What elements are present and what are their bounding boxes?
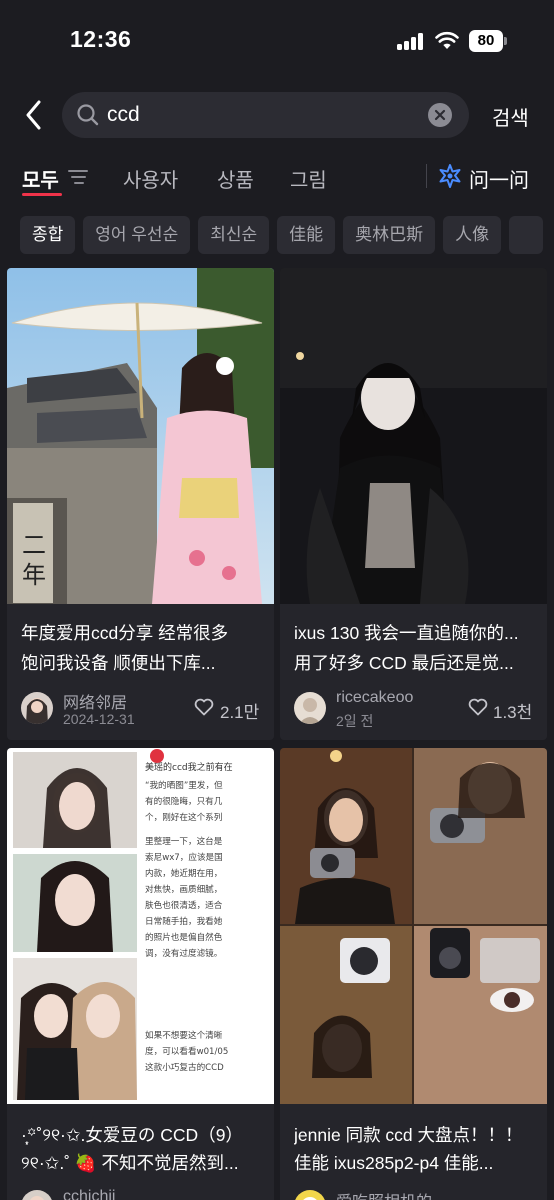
note-heading: 美瑶的ccd我之前有在 xyxy=(145,761,233,773)
like-count: 2.1만 xyxy=(220,703,260,722)
note-line: 内款，她近期在用， xyxy=(145,867,222,879)
sparkle-icon xyxy=(439,164,461,188)
chip-olympus[interactable]: 奥林巴斯 xyxy=(343,216,436,254)
search-query: ccd xyxy=(107,103,140,126)
back-arrow-icon[interactable] xyxy=(22,98,46,132)
note-line: 这款小巧复古的CCD xyxy=(145,1061,224,1073)
chip-latest[interactable]: 최신순 xyxy=(198,216,270,254)
note-line: 度，可以看看w01/05 xyxy=(145,1045,228,1057)
post-image: 美瑶的ccd我之前有在 “我的晒图”里发，但 有的很隐晦，只有几 个，刚好在这个… xyxy=(7,748,274,1104)
post-card[interactable]: jennie 同款 ccd 大盘点！！！ 佳能 ixus285p2-p4 佳能.… xyxy=(280,748,547,1200)
heart-icon[interactable] xyxy=(194,698,214,716)
post-card[interactable]: 美瑶的ccd我之前有在 “我的晒图”里发，但 有的很隐晦，只有几 个，刚好在这个… xyxy=(7,748,274,1200)
tab-ask-label: 问一问 xyxy=(469,170,529,192)
post-date: 2024-12-31 xyxy=(63,711,135,727)
clear-icon[interactable] xyxy=(428,103,452,127)
post-image xyxy=(280,748,547,1104)
post-title-line: ·̩͙꙳˚୨୧·✩.女爱豆の CCD（9） xyxy=(21,1125,243,1145)
chip-english-first[interactable]: 영어 우선순 xyxy=(83,216,191,254)
post-author[interactable]: 爱吃照相机的 xyxy=(336,1188,432,1200)
post-author[interactable]: ricecakeoo xyxy=(336,689,413,707)
note-line: 里整理一下，这台是 xyxy=(145,835,223,847)
note-line: 调，没有过度滤镜。 xyxy=(145,947,222,959)
search-icon xyxy=(77,104,99,126)
cellular-signal-icon xyxy=(397,33,425,50)
avatar[interactable] xyxy=(294,692,326,724)
post-title-line: 用了好多 CCD 最后还是觉... xyxy=(294,653,514,673)
note-line: 对焦快，画质细腻， xyxy=(145,883,222,895)
note-line: 如果不想要这个清晰 xyxy=(145,1029,223,1041)
post-title-line: ixus 130 我会一直追随你的... xyxy=(294,623,519,643)
post-title-line: 年度爱用ccd分享 经常很多 xyxy=(21,623,229,643)
search-input[interactable]: ccd xyxy=(62,92,469,138)
note-line: 有的很隐晦，只有几 xyxy=(145,795,223,807)
status-bar: 12:36 80 xyxy=(0,0,554,86)
battery-icon: 80 xyxy=(469,30,507,52)
chip-comprehensive[interactable]: 종합 xyxy=(20,216,76,254)
chip-more[interactable] xyxy=(509,216,543,254)
note-line: 的照片也是偏自然色 xyxy=(145,931,223,943)
tab-users[interactable]: 사용자 xyxy=(123,164,178,193)
post-date: 2일 전 xyxy=(336,713,374,729)
svg-text:二: 二 xyxy=(22,531,46,559)
heart-icon[interactable] xyxy=(468,698,488,716)
note-line: 个，刚好在这个系列 xyxy=(145,811,222,823)
search-button[interactable]: 검색 xyxy=(492,102,529,131)
active-tab-indicator xyxy=(22,193,62,196)
post-author[interactable]: cchichii xyxy=(63,1188,115,1200)
note-line: 肤色也很清透，适合 xyxy=(145,899,223,911)
like-count: 1.3천 xyxy=(493,703,533,722)
post-image: 二 年 xyxy=(7,268,274,604)
avatar[interactable] xyxy=(21,692,53,724)
tab-divider xyxy=(426,164,427,188)
post-title-line: jennie 同款 ccd 大盘点！！！ xyxy=(294,1125,523,1145)
note-line: 日常随手拍，我看她 xyxy=(145,915,223,927)
tab-products[interactable]: 상품 xyxy=(217,164,254,193)
note-line: 索尼wx7，应该是国 xyxy=(145,851,223,863)
post-author[interactable]: 网络邻居 xyxy=(63,689,127,713)
avatar[interactable] xyxy=(21,1190,53,1200)
post-title-line: 佳能 ixus285p2-p4 佳能... xyxy=(294,1153,494,1173)
status-time: 12:36 xyxy=(70,26,132,52)
chip-portrait[interactable]: 人像 xyxy=(443,216,502,254)
post-card[interactable]: 二 年 年度爱用ccd分享 经常很多 饱问我设备 顺便出下库... 网络邻居 2… xyxy=(7,268,274,740)
note-line: “我的晒图”里发，但 xyxy=(145,779,223,791)
post-title-line: 饱问我设备 顺便出下库... xyxy=(21,653,216,673)
svg-text:年: 年 xyxy=(22,561,46,589)
tab-images[interactable]: 그림 xyxy=(290,164,327,193)
filter-icon[interactable] xyxy=(68,169,88,185)
post-card[interactable]: ixus 130 我会一直追随你的... 用了好多 CCD 最后还是觉... r… xyxy=(280,268,547,740)
post-image xyxy=(280,268,547,604)
post-title-line: ୨୧·✩.˚ 🍓 不知不觉居然到... xyxy=(21,1153,239,1173)
battery-level: 80 xyxy=(469,30,503,52)
filter-chips: 종합 영어 우선순 최신순 佳能 奥林巴斯 人像 xyxy=(20,216,554,256)
avatar[interactable] xyxy=(294,1190,326,1200)
chip-canon[interactable]: 佳能 xyxy=(277,216,336,254)
wifi-icon xyxy=(435,31,459,49)
tab-all[interactable]: 모두 xyxy=(22,164,59,193)
